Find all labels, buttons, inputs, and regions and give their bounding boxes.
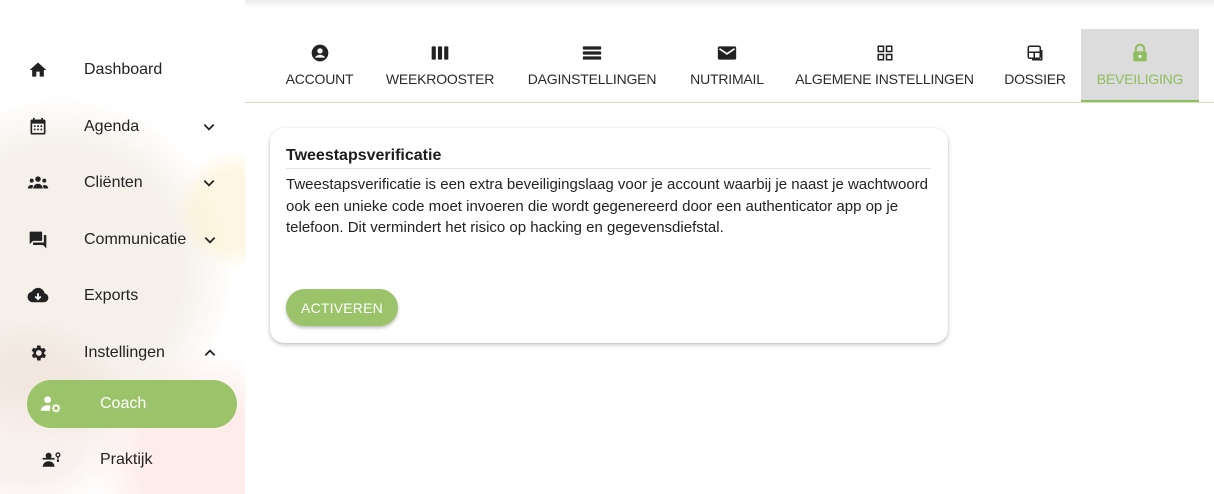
columns-icon	[430, 43, 450, 63]
sidebar-item-label: Communicatie	[84, 231, 187, 248]
sidebar-item-label: Agenda	[84, 118, 140, 135]
clients-icon	[26, 171, 50, 195]
tab-label: ACCOUNT	[285, 71, 354, 87]
mail-icon	[717, 43, 737, 63]
account-circle-icon	[310, 43, 330, 63]
tab-label: DOSSIER	[1004, 71, 1066, 87]
tab-label: DAGINSTELLINGEN	[527, 71, 657, 87]
sidebar-item-label: Cliënten	[84, 174, 143, 191]
tab-dossier[interactable]: DOSSIER	[989, 29, 1081, 103]
chevron-down-icon[interactable]	[200, 230, 220, 250]
chevron-down-icon[interactable]	[199, 117, 219, 137]
user-settings-icon	[39, 392, 63, 416]
tab-label: WEEKROOSTER	[385, 71, 495, 87]
settings-tabs: ACCOUNT WEEKROOSTER DAGINSTELLINGEN NUTR…	[269, 29, 1199, 103]
practice-icon	[40, 448, 64, 472]
card-title: Tweestapsverificatie	[286, 147, 442, 164]
sidebar-subitem-praktijk[interactable]: Praktijk	[0, 440, 245, 480]
activate-button[interactable]: ACTIVEREN	[286, 289, 398, 326]
sidebar-item-label: Dashboard	[84, 61, 163, 78]
tab-label: ALGEMENE INSTELLINGEN	[795, 71, 974, 87]
tab-account[interactable]: ACCOUNT	[269, 29, 370, 103]
card-description: Tweestapsverificatie is een extra beveil…	[286, 176, 929, 236]
tab-daginstellingen[interactable]: DAGINSTELLINGEN	[510, 29, 674, 103]
tab-label: NUTRIMAIL	[690, 71, 764, 87]
sidebar-item-agenda[interactable]: Agenda	[0, 107, 245, 147]
cloud-download-icon	[26, 284, 50, 308]
home-icon	[26, 58, 50, 82]
tabs-divider	[245, 102, 1214, 103]
tab-weekrooster[interactable]: WEEKROOSTER	[370, 29, 510, 103]
rows-icon	[582, 43, 602, 63]
lock-icon	[1131, 43, 1149, 63]
chevron-down-icon[interactable]	[199, 173, 219, 193]
chevron-up-icon[interactable]	[200, 343, 220, 363]
sidebar-item-label: Praktijk	[100, 451, 153, 468]
sidebar-item-label: Instellingen	[84, 344, 165, 361]
chat-icon	[26, 228, 50, 252]
sidebar-item-communicatie[interactable]: Communicatie	[0, 220, 245, 260]
tab-algemene-instellingen[interactable]: ALGEMENE INSTELLINGEN	[780, 29, 989, 103]
sidebar-item-instellingen[interactable]: Instellingen	[0, 333, 245, 373]
sidebar-item-dashboard[interactable]: Dashboard	[0, 50, 245, 90]
sidebar: Dashboard Agenda Cliënten Communicatie E…	[0, 0, 245, 494]
sidebar-item-label: Exports	[84, 287, 139, 304]
sidebar-item-exports[interactable]: Exports	[0, 276, 245, 316]
tab-nutrimail[interactable]: NUTRIMAIL	[674, 29, 780, 103]
sidebar-item-clienten[interactable]: Cliënten	[0, 163, 245, 203]
calendar-icon	[26, 115, 50, 139]
tab-label: BEVEILIGING	[1096, 71, 1184, 87]
gear-icon	[26, 341, 50, 365]
sidebar-item-label: Coach	[100, 395, 147, 412]
grid-icon	[876, 43, 894, 63]
card-divider	[286, 168, 931, 169]
tab-beveiliging[interactable]: BEVEILIGING	[1081, 29, 1199, 103]
sidebar-subitem-coach[interactable]: Coach	[27, 380, 237, 428]
two-factor-card: Tweestapsverificatie Tweestapsverificati…	[270, 128, 948, 343]
dossier-icon	[1026, 43, 1044, 63]
